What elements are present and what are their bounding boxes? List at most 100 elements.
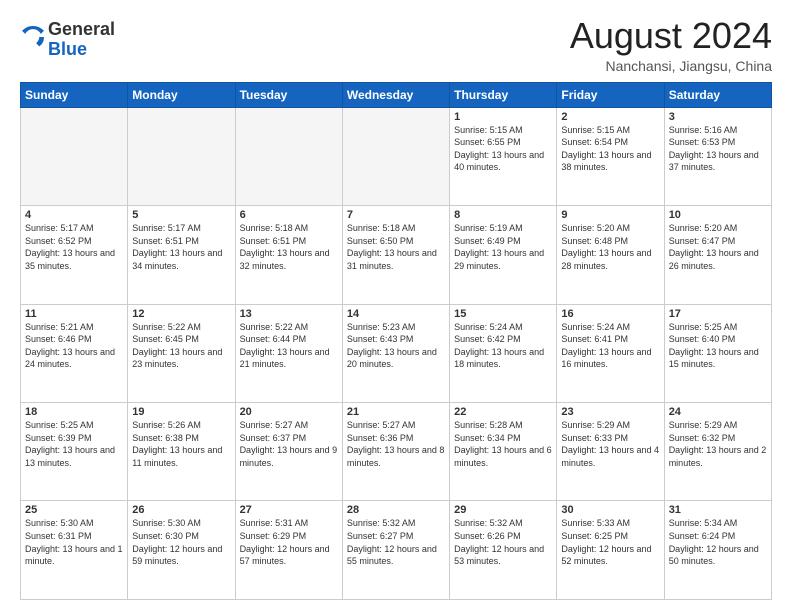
day-number: 17 xyxy=(669,308,767,320)
day-detail: Sunrise: 5:31 AMSunset: 6:29 PMDaylight:… xyxy=(240,517,338,567)
day-detail: Sunrise: 5:30 AMSunset: 6:30 PMDaylight:… xyxy=(132,517,230,567)
day-detail: Sunrise: 5:25 AMSunset: 6:39 PMDaylight:… xyxy=(25,419,123,469)
calendar-week-row: 4Sunrise: 5:17 AMSunset: 6:52 PMDaylight… xyxy=(21,206,772,304)
day-number: 9 xyxy=(561,209,659,221)
table-row: 3Sunrise: 5:16 AMSunset: 6:53 PMDaylight… xyxy=(664,107,771,205)
day-detail: Sunrise: 5:21 AMSunset: 6:46 PMDaylight:… xyxy=(25,321,123,371)
table-row: 1Sunrise: 5:15 AMSunset: 6:55 PMDaylight… xyxy=(450,107,557,205)
day-detail: Sunrise: 5:19 AMSunset: 6:49 PMDaylight:… xyxy=(454,222,552,272)
day-number: 8 xyxy=(454,209,552,221)
day-number: 20 xyxy=(240,406,338,418)
title-block: August 2024 Nanchansi, Jiangsu, China xyxy=(570,16,772,74)
day-detail: Sunrise: 5:18 AMSunset: 6:50 PMDaylight:… xyxy=(347,222,445,272)
day-number: 18 xyxy=(25,406,123,418)
header-friday: Friday xyxy=(557,82,664,107)
day-detail: Sunrise: 5:15 AMSunset: 6:55 PMDaylight:… xyxy=(454,124,552,174)
table-row: 26Sunrise: 5:30 AMSunset: 6:30 PMDayligh… xyxy=(128,501,235,600)
day-detail: Sunrise: 5:17 AMSunset: 6:51 PMDaylight:… xyxy=(132,222,230,272)
day-number: 29 xyxy=(454,504,552,516)
table-row: 17Sunrise: 5:25 AMSunset: 6:40 PMDayligh… xyxy=(664,304,771,402)
day-number: 24 xyxy=(669,406,767,418)
day-detail: Sunrise: 5:24 AMSunset: 6:42 PMDaylight:… xyxy=(454,321,552,371)
table-row: 15Sunrise: 5:24 AMSunset: 6:42 PMDayligh… xyxy=(450,304,557,402)
day-detail: Sunrise: 5:23 AMSunset: 6:43 PMDaylight:… xyxy=(347,321,445,371)
day-number: 31 xyxy=(669,504,767,516)
day-detail: Sunrise: 5:15 AMSunset: 6:54 PMDaylight:… xyxy=(561,124,659,174)
calendar-week-row: 18Sunrise: 5:25 AMSunset: 6:39 PMDayligh… xyxy=(21,403,772,501)
table-row: 13Sunrise: 5:22 AMSunset: 6:44 PMDayligh… xyxy=(235,304,342,402)
table-row: 14Sunrise: 5:23 AMSunset: 6:43 PMDayligh… xyxy=(342,304,449,402)
day-detail: Sunrise: 5:26 AMSunset: 6:38 PMDaylight:… xyxy=(132,419,230,469)
table-row: 11Sunrise: 5:21 AMSunset: 6:46 PMDayligh… xyxy=(21,304,128,402)
day-number: 5 xyxy=(132,209,230,221)
table-row: 28Sunrise: 5:32 AMSunset: 6:27 PMDayligh… xyxy=(342,501,449,600)
table-row xyxy=(342,107,449,205)
day-number: 2 xyxy=(561,111,659,123)
table-row: 6Sunrise: 5:18 AMSunset: 6:51 PMDaylight… xyxy=(235,206,342,304)
header-monday: Monday xyxy=(128,82,235,107)
weekday-header-row: Sunday Monday Tuesday Wednesday Thursday… xyxy=(21,82,772,107)
table-row: 9Sunrise: 5:20 AMSunset: 6:48 PMDaylight… xyxy=(557,206,664,304)
day-detail: Sunrise: 5:16 AMSunset: 6:53 PMDaylight:… xyxy=(669,124,767,174)
calendar-table: Sunday Monday Tuesday Wednesday Thursday… xyxy=(20,82,772,600)
header-saturday: Saturday xyxy=(664,82,771,107)
logo-icon xyxy=(22,26,44,48)
header-wednesday: Wednesday xyxy=(342,82,449,107)
table-row: 8Sunrise: 5:19 AMSunset: 6:49 PMDaylight… xyxy=(450,206,557,304)
table-row: 10Sunrise: 5:20 AMSunset: 6:47 PMDayligh… xyxy=(664,206,771,304)
location: Nanchansi, Jiangsu, China xyxy=(570,58,772,74)
day-detail: Sunrise: 5:29 AMSunset: 6:33 PMDaylight:… xyxy=(561,419,659,469)
day-number: 13 xyxy=(240,308,338,320)
table-row: 27Sunrise: 5:31 AMSunset: 6:29 PMDayligh… xyxy=(235,501,342,600)
day-detail: Sunrise: 5:34 AMSunset: 6:24 PMDaylight:… xyxy=(669,517,767,567)
table-row: 16Sunrise: 5:24 AMSunset: 6:41 PMDayligh… xyxy=(557,304,664,402)
table-row: 20Sunrise: 5:27 AMSunset: 6:37 PMDayligh… xyxy=(235,403,342,501)
table-row: 31Sunrise: 5:34 AMSunset: 6:24 PMDayligh… xyxy=(664,501,771,600)
day-number: 23 xyxy=(561,406,659,418)
day-number: 3 xyxy=(669,111,767,123)
day-detail: Sunrise: 5:20 AMSunset: 6:47 PMDaylight:… xyxy=(669,222,767,272)
day-number: 22 xyxy=(454,406,552,418)
logo-blue-text: Blue xyxy=(48,39,87,59)
calendar-week-row: 11Sunrise: 5:21 AMSunset: 6:46 PMDayligh… xyxy=(21,304,772,402)
table-row: 4Sunrise: 5:17 AMSunset: 6:52 PMDaylight… xyxy=(21,206,128,304)
table-row: 5Sunrise: 5:17 AMSunset: 6:51 PMDaylight… xyxy=(128,206,235,304)
day-detail: Sunrise: 5:33 AMSunset: 6:25 PMDaylight:… xyxy=(561,517,659,567)
table-row: 29Sunrise: 5:32 AMSunset: 6:26 PMDayligh… xyxy=(450,501,557,600)
day-detail: Sunrise: 5:18 AMSunset: 6:51 PMDaylight:… xyxy=(240,222,338,272)
table-row: 12Sunrise: 5:22 AMSunset: 6:45 PMDayligh… xyxy=(128,304,235,402)
day-detail: Sunrise: 5:32 AMSunset: 6:27 PMDaylight:… xyxy=(347,517,445,567)
day-number: 16 xyxy=(561,308,659,320)
table-row: 25Sunrise: 5:30 AMSunset: 6:31 PMDayligh… xyxy=(21,501,128,600)
logo-general-text: General xyxy=(48,19,115,39)
logo: General Blue xyxy=(20,20,115,60)
day-number: 26 xyxy=(132,504,230,516)
day-detail: Sunrise: 5:32 AMSunset: 6:26 PMDaylight:… xyxy=(454,517,552,567)
table-row: 21Sunrise: 5:27 AMSunset: 6:36 PMDayligh… xyxy=(342,403,449,501)
day-number: 14 xyxy=(347,308,445,320)
day-number: 6 xyxy=(240,209,338,221)
day-number: 25 xyxy=(25,504,123,516)
day-number: 11 xyxy=(25,308,123,320)
day-detail: Sunrise: 5:29 AMSunset: 6:32 PMDaylight:… xyxy=(669,419,767,469)
day-number: 7 xyxy=(347,209,445,221)
day-detail: Sunrise: 5:30 AMSunset: 6:31 PMDaylight:… xyxy=(25,517,123,567)
header-sunday: Sunday xyxy=(21,82,128,107)
day-number: 12 xyxy=(132,308,230,320)
page: General Blue August 2024 Nanchansi, Jian… xyxy=(0,0,792,612)
header: General Blue August 2024 Nanchansi, Jian… xyxy=(20,16,772,74)
table-row xyxy=(235,107,342,205)
day-detail: Sunrise: 5:20 AMSunset: 6:48 PMDaylight:… xyxy=(561,222,659,272)
day-detail: Sunrise: 5:24 AMSunset: 6:41 PMDaylight:… xyxy=(561,321,659,371)
day-number: 21 xyxy=(347,406,445,418)
day-number: 27 xyxy=(240,504,338,516)
header-tuesday: Tuesday xyxy=(235,82,342,107)
table-row: 7Sunrise: 5:18 AMSunset: 6:50 PMDaylight… xyxy=(342,206,449,304)
day-detail: Sunrise: 5:22 AMSunset: 6:44 PMDaylight:… xyxy=(240,321,338,371)
day-detail: Sunrise: 5:28 AMSunset: 6:34 PMDaylight:… xyxy=(454,419,552,469)
day-number: 30 xyxy=(561,504,659,516)
calendar-week-row: 25Sunrise: 5:30 AMSunset: 6:31 PMDayligh… xyxy=(21,501,772,600)
day-detail: Sunrise: 5:27 AMSunset: 6:37 PMDaylight:… xyxy=(240,419,338,469)
calendar-week-row: 1Sunrise: 5:15 AMSunset: 6:55 PMDaylight… xyxy=(21,107,772,205)
table-row: 2Sunrise: 5:15 AMSunset: 6:54 PMDaylight… xyxy=(557,107,664,205)
